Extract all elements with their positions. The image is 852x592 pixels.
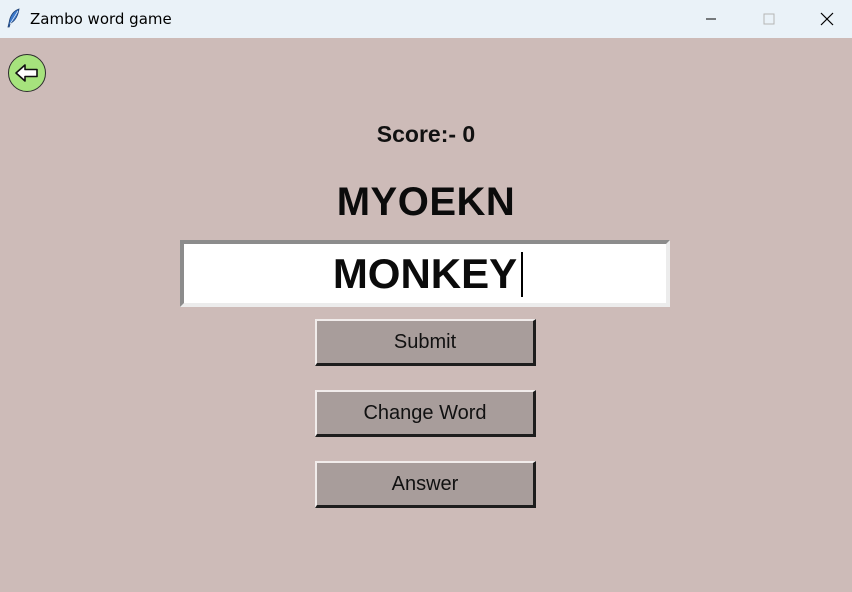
back-button[interactable]	[8, 54, 46, 92]
minimize-icon	[706, 18, 716, 20]
minimize-button[interactable]	[682, 0, 740, 38]
text-caret	[521, 252, 523, 297]
feather-icon	[7, 8, 20, 28]
close-icon	[820, 12, 834, 26]
scrambled-word: MYOEKN	[336, 180, 516, 224]
change-word-button[interactable]: Change Word	[315, 390, 536, 437]
score-label: Score:- 0	[376, 121, 476, 147]
maximize-button[interactable]	[740, 0, 798, 38]
title-bar: Zambo word game	[0, 0, 852, 38]
submit-button[interactable]: Submit	[315, 319, 536, 366]
answer-field-frame	[180, 240, 670, 307]
maximize-icon	[763, 13, 775, 25]
answer-input[interactable]	[184, 244, 666, 303]
close-button[interactable]	[798, 0, 852, 38]
answer-button[interactable]: Answer	[315, 461, 536, 508]
game-area: Score:- 0 MYOEKN Submit Change Word Answ…	[0, 38, 852, 592]
arrow-left-icon	[15, 64, 38, 82]
window-title: Zambo word game	[30, 10, 172, 28]
